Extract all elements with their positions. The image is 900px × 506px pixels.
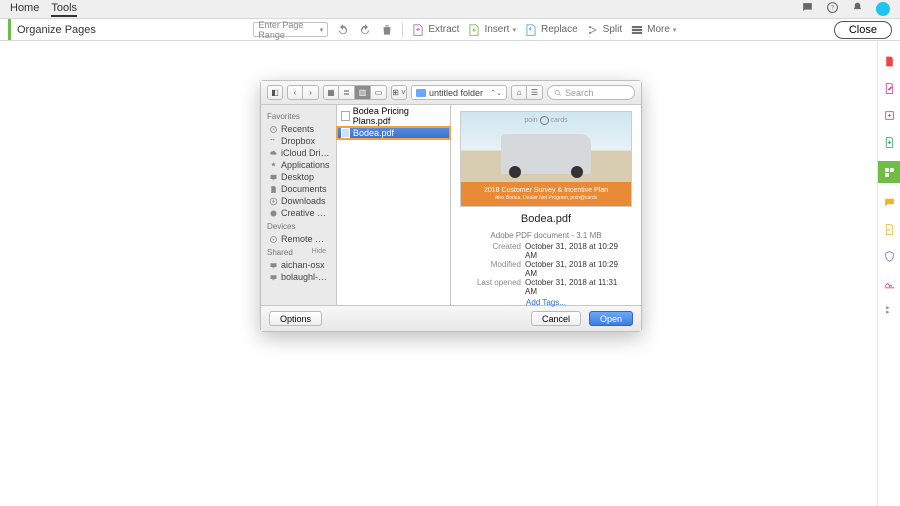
- hide-shared-button[interactable]: Hide: [312, 248, 326, 255]
- view-list-button[interactable]: ≣: [339, 85, 355, 100]
- folder-dropdown[interactable]: untitled folder ⌃⌄: [411, 85, 507, 100]
- sidebar-item-remotedisc[interactable]: Remote Disc: [261, 233, 336, 245]
- car-illustration: [501, 134, 591, 174]
- search-icon: [554, 89, 562, 97]
- insert-button[interactable]: Insert▾: [467, 23, 516, 37]
- file-list: Bodea Pricing Plans.pdf Bodea.pdf: [337, 105, 451, 305]
- search-input[interactable]: Search: [547, 85, 635, 100]
- sidebar-item-desktop[interactable]: Desktop: [261, 171, 336, 183]
- file-row[interactable]: Bodea Pricing Plans.pdf: [337, 105, 450, 127]
- chevron-down-icon: ▾: [673, 26, 677, 34]
- rail-pdf-icon[interactable]: [881, 53, 897, 69]
- rail-comment-icon[interactable]: [881, 194, 897, 210]
- rail-edit-icon[interactable]: [881, 80, 897, 96]
- accent-bar: [8, 19, 11, 40]
- rail-export-icon[interactable]: [881, 134, 897, 150]
- rail-sign-icon[interactable]: [881, 275, 897, 291]
- dialog-toolbar: ◧ ‹ › ▦ ≣ ▥ ▭ ⊞ ˅ untitled folder ⌃⌄ ⌂ ☰…: [261, 81, 641, 105]
- extract-button[interactable]: Extract: [411, 23, 459, 37]
- tab-tools[interactable]: Tools: [51, 2, 77, 17]
- page-range-input[interactable]: Enter Page Range ▾: [253, 22, 328, 37]
- help-icon[interactable]: ?: [826, 1, 839, 17]
- preview-filename: Bodea.pdf: [521, 213, 571, 225]
- sidebar-item-shared-1[interactable]: aichan-osx: [261, 259, 336, 271]
- view-gallery-button[interactable]: ▭: [371, 85, 387, 100]
- rotate-right-icon[interactable]: [358, 23, 372, 37]
- view-icons-button[interactable]: ▦: [323, 85, 339, 100]
- sidebar-item-applications[interactable]: Applications: [261, 159, 336, 171]
- sidebar-section-favorites: Favorites: [261, 109, 336, 123]
- folder-icon: [416, 89, 426, 97]
- tools-rail: [877, 41, 900, 506]
- folder-name: untitled folder: [429, 88, 487, 98]
- avatar[interactable]: [876, 2, 890, 16]
- dialog-footer: Options Cancel Open: [261, 305, 641, 331]
- add-tags-link[interactable]: Add Tags...: [526, 298, 566, 307]
- page-range-placeholder: Enter Page Range: [258, 20, 319, 40]
- sidebar-item-dropbox[interactable]: Dropbox: [261, 135, 336, 147]
- preview-thumbnail: poincards 2018 Customer Survey & Incenti…: [460, 111, 632, 207]
- sidebar-toggle-icon[interactable]: ◧: [267, 85, 283, 100]
- sidebar-section-shared: SharedHide: [261, 245, 336, 259]
- file-icon: [341, 128, 350, 138]
- replace-button[interactable]: Replace: [524, 23, 578, 37]
- cancel-button[interactable]: Cancel: [531, 311, 581, 326]
- delete-icon[interactable]: [380, 23, 394, 37]
- sidebar-section-devices: Devices: [261, 219, 336, 233]
- divider: [402, 23, 403, 37]
- dialog-sidebar: Favorites Recents Dropbox iCloud Drive A…: [261, 105, 337, 305]
- sidebar-item-creativecloud[interactable]: Creative Cloud...: [261, 207, 336, 219]
- open-button[interactable]: Open: [589, 311, 633, 326]
- options-button[interactable]: Options: [269, 311, 322, 326]
- file-icon: [341, 111, 350, 121]
- group-button[interactable]: ⊞ ˅: [391, 85, 407, 100]
- sidebar-item-icloud[interactable]: iCloud Drive: [261, 147, 336, 159]
- rail-protect-icon[interactable]: [881, 248, 897, 264]
- view-columns-button[interactable]: ▥: [355, 85, 371, 100]
- chevron-down-icon: ▾: [512, 26, 516, 34]
- updown-icon: ⌃⌄: [490, 89, 502, 97]
- toolbar-title: Organize Pages: [17, 24, 96, 36]
- app-topbar: Home Tools ?: [0, 0, 900, 19]
- chevron-down-icon: ▾: [320, 26, 324, 34]
- sidebar-item-downloads[interactable]: Downloads: [261, 195, 336, 207]
- file-row-selected[interactable]: Bodea.pdf: [337, 127, 450, 139]
- chat-icon[interactable]: [801, 1, 814, 17]
- search-placeholder: Search: [565, 88, 594, 98]
- preview-kind: Adobe PDF document - 3.1 MB: [490, 231, 601, 240]
- preview-pane: poincards 2018 Customer Survey & Incenti…: [451, 105, 641, 305]
- sidebar-item-documents[interactable]: Documents: [261, 183, 336, 195]
- sidebar-item-recents[interactable]: Recents: [261, 123, 336, 135]
- rail-fill-sign-icon[interactable]: [881, 221, 897, 237]
- more-button[interactable]: More▾: [630, 23, 676, 37]
- sidebar-item-shared-2[interactable]: bolaughl-mac...: [261, 271, 336, 283]
- svg-text:?: ?: [831, 6, 835, 12]
- bell-icon[interactable]: [851, 1, 864, 17]
- split-button[interactable]: Split: [586, 23, 622, 37]
- tab-home[interactable]: Home: [10, 2, 39, 17]
- rotate-left-icon[interactable]: [336, 23, 350, 37]
- nav-forward-button[interactable]: ›: [303, 85, 319, 100]
- nav-back-button[interactable]: ‹: [287, 85, 303, 100]
- wheel-icon: [540, 116, 549, 125]
- organize-toolbar: Organize Pages Enter Page Range ▾ Extrac…: [0, 19, 900, 41]
- rail-create-icon[interactable]: [881, 107, 897, 123]
- file-open-dialog: ◧ ‹ › ▦ ≣ ▥ ▭ ⊞ ˅ untitled folder ⌃⌄ ⌂ ☰…: [260, 80, 642, 332]
- action-menu-button[interactable]: ☰: [527, 85, 543, 100]
- rail-more-icon[interactable]: [881, 302, 897, 318]
- close-button[interactable]: Close: [834, 21, 892, 39]
- rail-organize-icon[interactable]: [878, 161, 900, 183]
- action-up-button[interactable]: ⌂: [511, 85, 527, 100]
